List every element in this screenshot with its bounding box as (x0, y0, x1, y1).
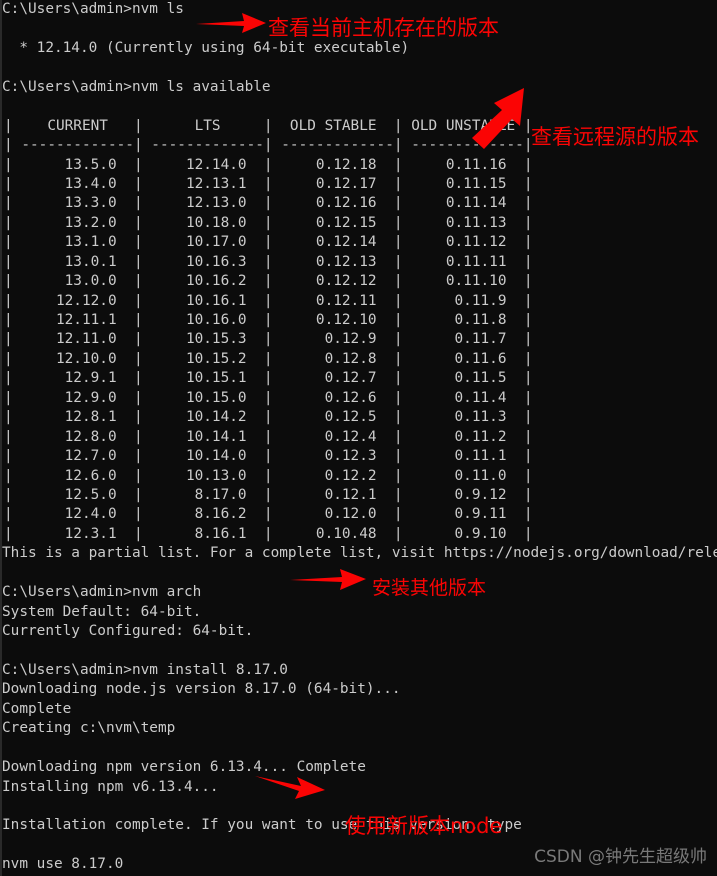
table-row: | 13.1.0 | 10.17.0 | 0.12.14 | 0.11.12 | (4, 234, 533, 251)
terminal-line-blank-3 (0, 97, 717, 116)
terminal-line-out-downloading-node: Downloading node.js version 8.17.0 (64-b… (2, 681, 401, 698)
table-row: | 12.12.0 | 10.16.1 | 0.12.11 | 0.11.9 | (4, 292, 533, 309)
table-row: | 13.0.1 | 10.16.3 | 0.12.13 | 0.11.11 | (4, 253, 533, 270)
annotation-arrow-right-4 (255, 776, 325, 799)
terminal-line-out-creating-temp: Creating c:\nvm\temp (2, 720, 176, 737)
table-row: | 13.4.0 | 12.13.1 | 0.12.17 | 0.11.15 | (4, 175, 533, 192)
table-row: | 13.3.0 | 12.13.0 | 0.12.16 | 0.11.14 | (4, 195, 533, 212)
terminal-line-out-downloading-npm: Downloading npm version 6.13.4... Comple… (2, 759, 366, 776)
terminal-line-blank-5 (0, 641, 717, 660)
terminal-line-partial-list-note: This is a partial list. For a complete l… (2, 545, 717, 562)
table-row: | 12.9.0 | 10.15.0 | 0.12.6 | 0.11.4 | (4, 389, 533, 406)
table-row: | 12.5.0 | 8.17.0 | 0.12.1 | 0.9.12 | (4, 486, 533, 503)
terminal-line-blank-2 (0, 58, 717, 77)
terminal-line-out-complete: Complete (2, 700, 72, 717)
table-row: | 13.2.0 | 10.18.0 | 0.12.15 | 0.11.13 | (4, 214, 533, 231)
terminal-window: C:\Users\admin>nvm ls * 12.14.0 (Current… (0, 0, 717, 876)
annotation-label-use: 使用新版本node (345, 814, 503, 838)
annotation-arrow-right-1 (196, 13, 266, 33)
table-row: | 12.3.1 | 8.16.1 | 0.10.48 | 0.9.10 | (4, 525, 533, 542)
table-row: | 12.10.0 | 10.15.2 | 0.12.8 | 0.11.6 | (4, 350, 533, 367)
annotation-arrow-right-3 (290, 569, 366, 590)
terminal-line-cmd-nvm-ls-available: C:\Users\admin>nvm ls available (2, 78, 271, 95)
table-row: | 13.5.0 | 12.14.0 | 0.12.18 | 0.11.16 | (4, 156, 533, 173)
csdn-watermark: CSDN @钟先生超级帅 (534, 847, 707, 867)
annotation-label-nvm-ls: 查看当前主机存在的版本 (268, 16, 499, 40)
window-left-edge (0, 0, 2, 876)
table-row: | 12.8.1 | 10.14.2 | 0.12.5 | 0.11.3 | (4, 409, 533, 426)
table-row: | 13.0.0 | 10.16.2 | 0.12.12 | 0.11.10 | (4, 273, 533, 290)
terminal-line-blank-6 (0, 739, 717, 758)
table-row: | 12.11.0 | 10.15.3 | 0.12.9 | 0.11.7 | (4, 331, 533, 348)
table-row: | 12.11.1 | 10.16.0 | 0.12.10 | 0.11.8 | (4, 312, 533, 328)
table-row: | 12.7.0 | 10.14.0 | 0.12.3 | 0.11.1 | (4, 448, 533, 465)
annotation-arrow-diagonal-2 (472, 88, 524, 149)
terminal-line-out-installing-npm: Installing npm v6.13.4... (2, 778, 219, 795)
terminal-line-out-configured-1: Currently Configured: 64-bit. (2, 623, 254, 639)
table-row: | 12.8.0 | 10.14.1 | 0.12.4 | 0.11.2 | (4, 428, 533, 445)
terminal-line-cmd-nvm-install: C:\Users\admin>nvm install 8.17.0 (2, 661, 288, 678)
table-row: | 12.6.0 | 10.13.0 | 0.12.2 | 0.11.0 | (4, 467, 533, 484)
table-row: | 12.4.0 | 8.16.2 | 0.12.0 | 0.9.11 | (4, 506, 533, 523)
annotation-label-ls-available: 查看远程源的版本 (531, 125, 699, 149)
annotation-label-install: 安装其他版本 (372, 577, 487, 599)
node-version-table: | CURRENT | LTS | OLD STABLE | OLD UNSTA… (0, 117, 717, 545)
table-row: | 12.9.1 | 10.15.1 | 0.12.7 | 0.11.5 | (4, 370, 533, 387)
terminal-line-out-sysdefault-1: System Default: 64-bit. (2, 603, 202, 620)
